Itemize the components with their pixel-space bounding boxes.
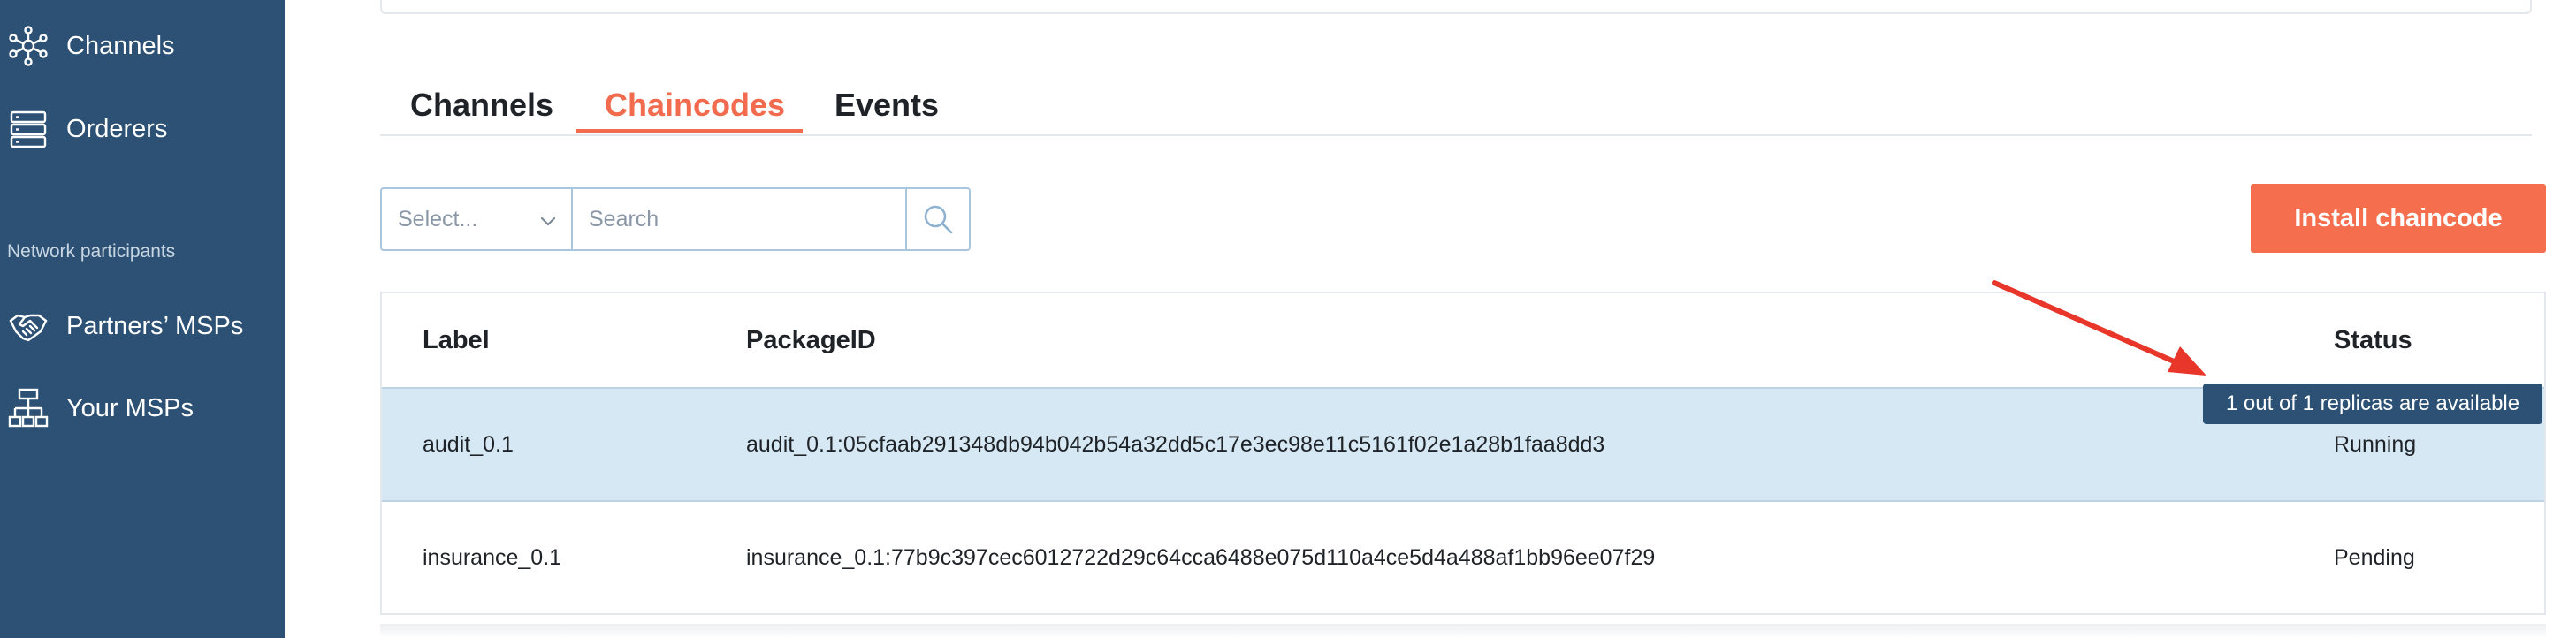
column-header-status: Status (2334, 325, 2412, 354)
table-row[interactable]: insurance_0.1 insurance_0.1:77b9c397cec6… (382, 502, 2544, 613)
install-chaincode-button[interactable]: Install chaincode (2251, 184, 2546, 253)
filter-select-value: Select... (398, 206, 478, 232)
cell-label: audit_0.1 (423, 431, 514, 457)
sidebar-item-label: Orderers (66, 114, 168, 143)
tab-bar: Channels Chaincodes Events (380, 74, 2532, 136)
cell-package-id: audit_0.1:05cfaab291348db94b042b54a32dd5… (746, 431, 1605, 457)
search-button[interactable] (907, 187, 971, 251)
sidebar-item-partners-msps[interactable]: Partners’ MSPs (0, 301, 285, 351)
tab-channels[interactable]: Channels (410, 74, 553, 136)
status-tooltip: 1 out of 1 replicas are available (2203, 384, 2542, 424)
cell-label: insurance_0.1 (423, 544, 562, 570)
top-card (380, 0, 2532, 14)
tab-chaincodes[interactable]: Chaincodes (605, 74, 785, 136)
sidebar-item-channels[interactable]: Channels (0, 21, 285, 71)
server-icon (10, 110, 47, 148)
handshake-icon (9, 314, 48, 342)
sidebar-item-label: Your MSPs (66, 393, 194, 422)
column-header-packageid: PackageID (746, 325, 876, 354)
active-tab-indicator (576, 129, 803, 133)
chevron-down-icon (540, 216, 556, 226)
tab-events[interactable]: Events (835, 74, 939, 136)
sidebar-item-your-msps[interactable]: Your MSPs (0, 384, 285, 433)
sidebar-item-orderers[interactable]: Orderers (0, 104, 285, 154)
search-input[interactable] (571, 187, 907, 251)
bottom-shadow (380, 624, 2546, 638)
chaincodes-table: Label PackageID Status audit_0.1 audit_0… (380, 292, 2546, 615)
network-icon (9, 26, 48, 66)
filter-select[interactable]: Select... (380, 187, 571, 251)
sidebar-section-title: Network participants (7, 241, 176, 262)
table-header-row: Label PackageID Status (382, 293, 2544, 387)
sidebar-item-label: Channels (66, 31, 175, 60)
sidebar: Channels Orderers Network participants P… (0, 0, 285, 638)
org-chart-icon (8, 388, 49, 428)
cell-status: Pending (2334, 544, 2415, 570)
column-header-label: Label (423, 325, 490, 354)
cell-package-id: insurance_0.1:77b9c397cec6012722d29c64cc… (746, 544, 1656, 570)
sidebar-item-label: Partners’ MSPs (66, 311, 244, 340)
search-icon (924, 205, 953, 234)
